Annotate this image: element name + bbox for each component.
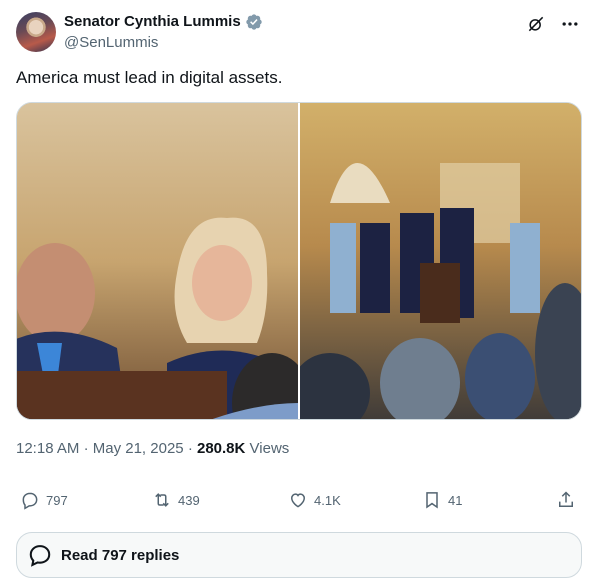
author-display-name[interactable]: Senator Cynthia Lummis — [64, 12, 241, 32]
author-block: Senator Cynthia Lummis @SenLummis — [64, 12, 263, 53]
views-count: 280.8K — [196, 440, 246, 457]
tweet-timestamp-row: 12:18 AM · May 21, 2025 · 280.8K Views — [16, 439, 289, 459]
verified-badge-icon[interactable] — [245, 13, 263, 31]
bookmark-button[interactable]: 41 — [422, 486, 462, 514]
views-label: Views — [249, 440, 290, 457]
tweet-date[interactable]: May 21, 2025 — [93, 440, 184, 457]
author-handle[interactable]: @SenLummis — [64, 33, 263, 53]
bookmark-icon — [426, 492, 438, 509]
separator: · — [83, 440, 89, 457]
tweet-time[interactable]: 12:18 AM — [16, 440, 79, 457]
retweet-icon — [155, 493, 169, 507]
reply-icon — [22, 492, 38, 510]
read-replies-button[interactable]: Read 797 replies — [16, 532, 582, 578]
retweet-button[interactable]: 439 — [152, 486, 200, 514]
author-name-row[interactable]: Senator Cynthia Lummis — [64, 12, 263, 32]
avatar[interactable] — [16, 12, 56, 52]
bookmark-count: 41 — [448, 492, 463, 508]
photo-1[interactable] — [17, 103, 298, 419]
action-bar: 797 439 4.1K 41 — [16, 486, 582, 514]
like-icon — [290, 493, 306, 508]
photo-2[interactable] — [300, 103, 581, 419]
share-button[interactable] — [556, 486, 576, 514]
retweet-count: 439 — [178, 492, 200, 508]
separator: · — [187, 440, 193, 457]
header-actions — [524, 12, 582, 36]
chat-bubble-icon — [29, 545, 51, 567]
reply-button[interactable]: 797 — [20, 486, 68, 514]
tweet-header: Senator Cynthia Lummis @SenLummis — [16, 12, 582, 56]
like-button[interactable]: 4.1K — [288, 486, 341, 514]
read-replies-label: Read 797 replies — [61, 546, 180, 564]
like-count: 4.1K — [314, 492, 341, 508]
tweet-text: America must lead in digital assets. — [16, 68, 283, 87]
more-icon[interactable] — [558, 12, 582, 36]
media-grid — [16, 102, 582, 420]
share-icon — [559, 491, 573, 507]
reply-count: 797 — [46, 492, 68, 508]
grok-icon[interactable] — [524, 12, 548, 36]
